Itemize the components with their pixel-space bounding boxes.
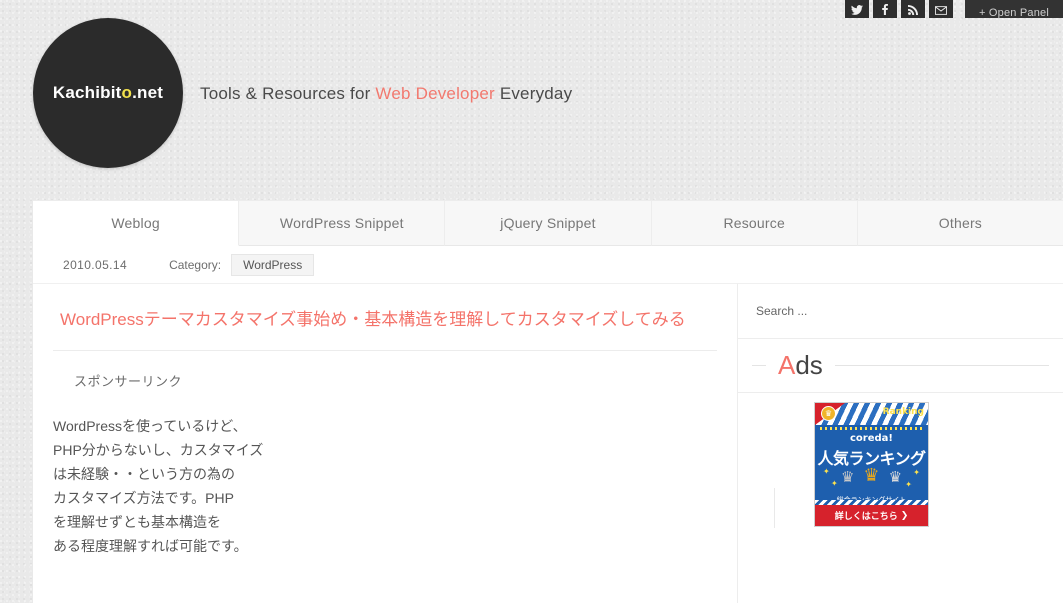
heading-rule-left [752,365,766,366]
ranking-label: Ranking [882,407,924,417]
tagline-highlight: Web Developer [375,84,495,103]
tagline-post: Everyday [494,84,573,103]
page-body: WordPressテーマカスタマイズ事始め・基本構造を理解してカスタマイズしてみ… [33,283,1063,603]
nav-item-resource[interactable]: Resource [651,201,858,246]
social-links [845,0,954,18]
nav-item-others[interactable]: Others [857,201,1063,246]
article-body-line: ある程度理解すれば可能です。 [53,537,248,554]
heading-rule-right [834,365,1049,366]
ads-heading: Ads [738,339,1063,393]
ranking-dots [820,427,923,430]
sponsor-link-label: スポンサーリンク [74,373,183,389]
open-panel-button[interactable]: + Open Panel [965,0,1063,19]
ads-title-first: A [778,350,796,380]
post-date: 2010.05.14 [63,257,128,272]
search-box [738,284,1063,339]
main-navigation: Weblog WordPress Snippet jQuery Snippet … [33,200,1063,246]
nav-item-label: Weblog [111,215,160,231]
article-title[interactable]: WordPressテーマカスタマイズ事始め・基本構造を理解してカスタマイズしてみ… [60,308,713,332]
ranking-crowns: ♛ ♛ ♛ [815,467,928,485]
site-tagline: Tools & Resources for Web Developer Ever… [200,84,572,104]
site-header: Kachibito.net Tools & Resources for Web … [0,0,1063,200]
sidebar: Ads ♛ Ranking coreda! 人気ランキング ✦✦ ✦✦ ♛ ♛ [738,283,1063,603]
crown-badge-icon: ♛ [821,406,836,421]
nav-item-wordpress-snippet[interactable]: WordPress Snippet [239,201,446,246]
nav-item-weblog[interactable]: Weblog [33,201,240,246]
nav-item-label: Others [938,215,983,231]
search-input[interactable] [756,304,1033,318]
article-body: WordPressを使っているけど、 PHP分からないし、カスタマイズ は未経験… [53,414,737,558]
article-body-line: カスタマイズ方法です。PHP [53,489,234,506]
ad-divider [774,488,775,528]
rss-icon[interactable] [901,0,926,18]
category-label: Category: [169,257,222,272]
logo-text-post: .net [132,83,164,102]
ranking-cta[interactable]: 詳しくはこちら ❯ [815,505,928,526]
ranking-brand: coreda! [850,433,893,444]
article-body-line: を理解せずとも基本構造を [53,513,221,530]
ranking-cta-label: 詳しくはこちら [834,512,898,522]
open-panel-label: + Open Panel [979,7,1049,19]
topbar: + Open Panel [845,0,1063,19]
facebook-icon[interactable] [873,0,898,18]
chevron-right-icon: ❯ [900,510,909,521]
site-logo[interactable]: Kachibito.net [33,18,183,168]
crown-silver-icon: ♛ [840,468,855,486]
nav-item-jquery-snippet[interactable]: jQuery Snippet [445,201,652,246]
crown-gold-icon: ♛ [863,465,880,486]
crown-bronze-icon: ♛ [888,468,903,486]
ads-title: Ads [766,350,835,381]
article-body-line: WordPressを使っているけど、 [53,417,247,434]
nav-item-label: jQuery Snippet [500,215,596,231]
email-icon[interactable] [929,0,954,18]
tagline-pre: Tools & Resources for [200,84,376,103]
nav-item-label: Resource [723,215,785,231]
content-column: WordPressテーマカスタマイズ事始め・基本構造を理解してカスタマイズしてみ… [33,283,738,603]
logo-text: Kachibito.net [53,83,163,103]
logo-text-pre: Kachibit [52,83,122,102]
ads-body: ♛ Ranking coreda! 人気ランキング ✦✦ ✦✦ ♛ ♛ ♛ 総合… [738,393,1063,603]
post-meta: 2010.05.14 Category: WordPress [33,246,1063,283]
article-body-line: は未経験・・という方の為の [53,465,235,482]
title-divider [53,349,717,351]
nav-item-label: WordPress Snippet [279,215,404,231]
twitter-icon[interactable] [845,0,870,18]
ads-title-rest: ds [795,350,823,380]
category-badge[interactable]: WordPress [231,253,315,276]
logo-text-accent: o [121,83,133,102]
ad-banner-ranking[interactable]: ♛ Ranking coreda! 人気ランキング ✦✦ ✦✦ ♛ ♛ ♛ 総合… [814,402,929,527]
article-body-line: PHP分からないし、カスタマイズ [53,441,264,458]
